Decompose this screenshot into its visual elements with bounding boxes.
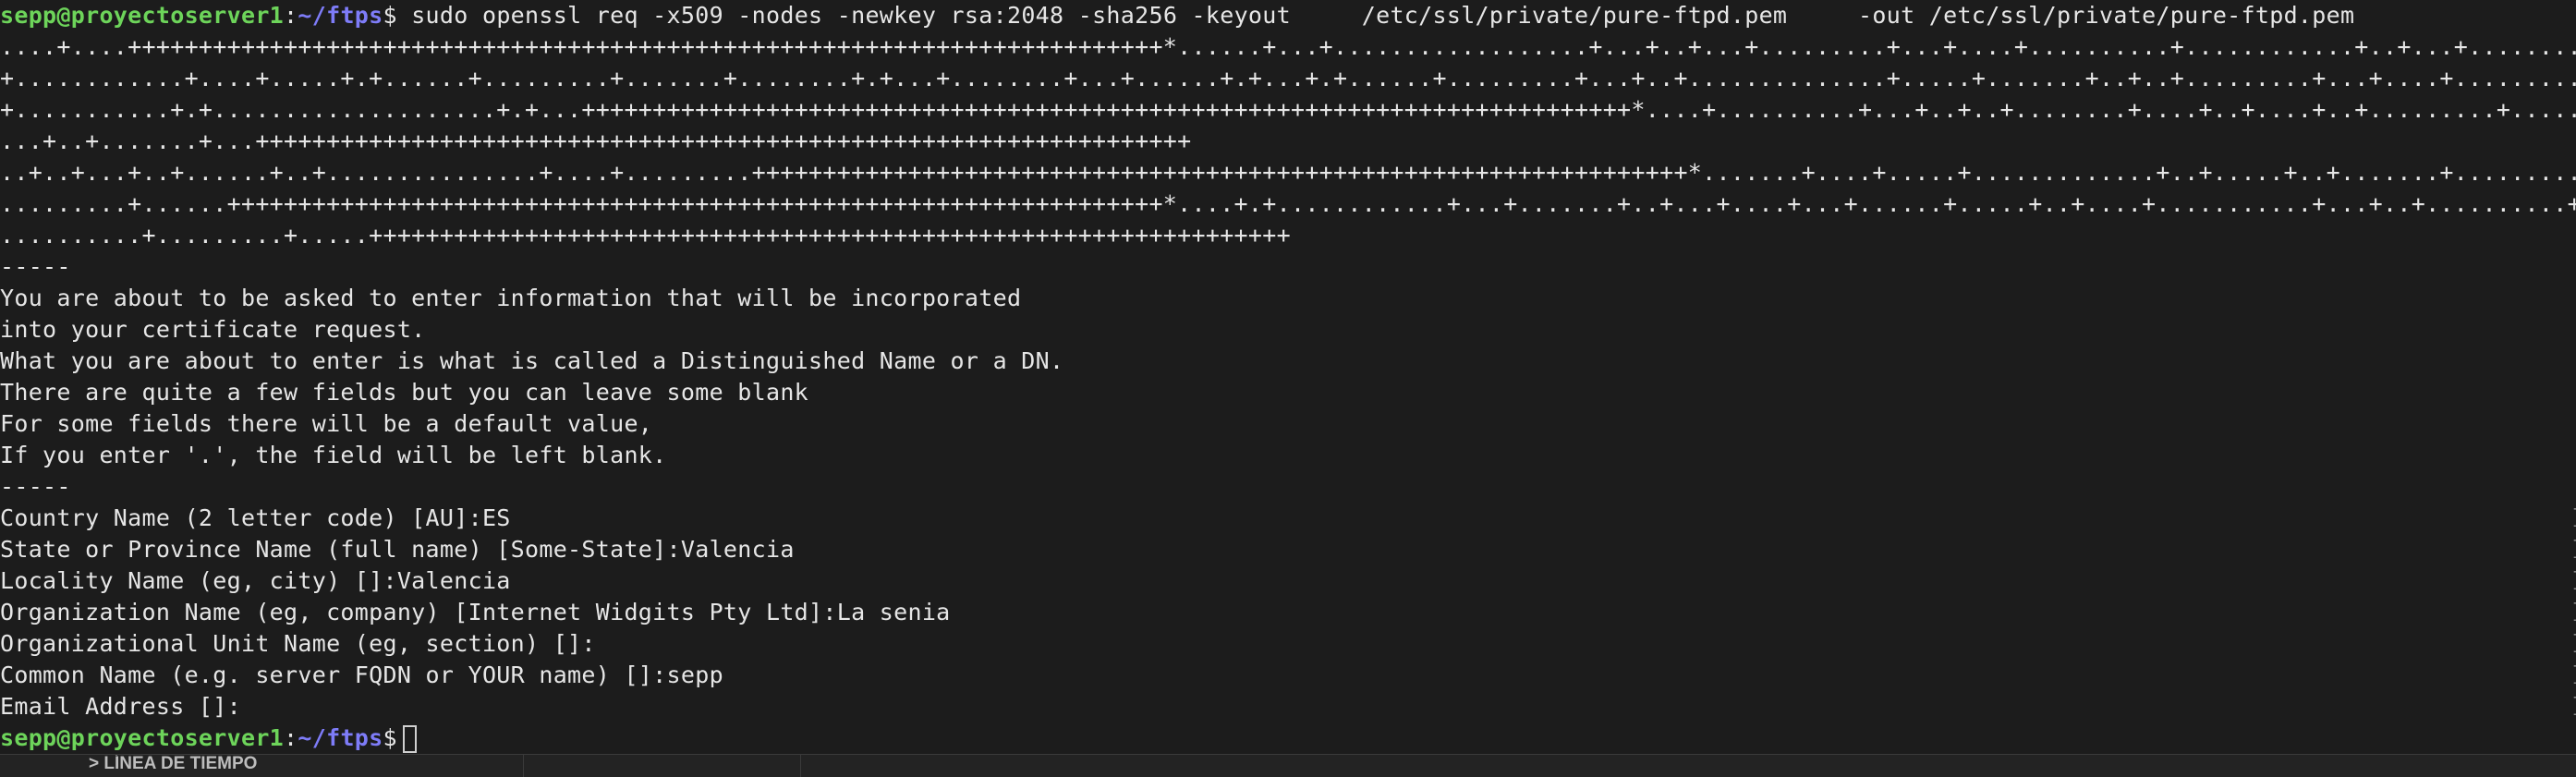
prompt-dollar: $ (383, 724, 397, 751)
keygen-progress-line: +...........+.+....................+.+..… (0, 96, 2576, 123)
dn-field-line: Email Address []: (0, 693, 241, 720)
edge-bracket-mark: ] (2570, 628, 2576, 660)
dn-field-line: Common Name (e.g. server FQDN or YOUR na… (0, 662, 723, 688)
edge-bracket-mark: ] (2570, 503, 2576, 534)
panel-divider (523, 755, 524, 777)
dn-field-line: Organizational Unit Name (eg, section) [… (0, 630, 596, 657)
edge-bracket-mark: ] (2570, 597, 2576, 628)
keygen-progress-line: ...+..+.......+...++++++++++++++++++++++… (0, 127, 1192, 154)
separator-line: ----- (0, 253, 71, 280)
panel-divider (800, 755, 801, 777)
info-line: For some fields there will be a default … (0, 410, 653, 437)
timeline-section-label[interactable]: > LÍNEA DE TIEMPO (89, 755, 257, 777)
keygen-progress-line: ....+....+++++++++++++++++++++++++++++++… (0, 33, 2576, 60)
info-line: What you are about to enter is what is c… (0, 347, 1064, 374)
info-line: There are quite a few fields but you can… (0, 379, 809, 406)
edge-bracket-mark: ] (2570, 660, 2576, 691)
edge-bracket-mark: ] (2570, 534, 2576, 565)
separator-line: ----- (0, 473, 71, 500)
timeline-panel-header[interactable]: > LÍNEA DE TIEMPO (0, 754, 2576, 777)
prompt-user-host: sepp@proyectoserver1 (0, 2, 285, 29)
info-line: If you enter '.', the field will be left… (0, 442, 667, 468)
edge-bracket-mark: ] (2570, 565, 2576, 597)
terminal-window[interactable]: sepp@proyectoserver1:~/ftps$ sudo openss… (0, 0, 2576, 754)
keygen-progress-line: ..........+.........+.....++++++++++++++… (0, 222, 1291, 249)
dn-field-line: State or Province Name (full name) [Some… (0, 536, 795, 563)
prompt-user-host: sepp@proyectoserver1 (0, 724, 285, 751)
final-prompt-line[interactable]: sepp@proyectoserver1:~/ftps$ (0, 722, 2576, 754)
dn-field-line: Organization Name (eg, company) [Interne… (0, 599, 951, 625)
prompt-colon: : (284, 724, 298, 751)
prompt-path: ~/ftps (298, 724, 383, 751)
text-cursor[interactable] (402, 725, 417, 753)
info-line: into your certificate request. (0, 316, 426, 343)
command-line: sepp@proyectoserver1:~/ftps$ sudo openss… (0, 0, 2576, 31)
command-text: sudo openssl req -x509 -nodes -newkey rs… (396, 2, 2355, 29)
prompt-dollar: $ (383, 2, 397, 29)
keygen-progress-line: ..+..+...+..+......+..+...............+.… (0, 159, 2576, 186)
terminal-output: sepp@proyectoserver1:~/ftps$ sudo openss… (0, 0, 2576, 754)
dn-field-line: Country Name (2 letter code) [AU]:ES (0, 504, 511, 531)
prompt-colon: : (284, 2, 298, 29)
prompt-path: ~/ftps (298, 2, 383, 29)
info-line: You are about to be asked to enter infor… (0, 285, 1022, 311)
keygen-progress-line: +............+....+.....+.+......+......… (0, 65, 2576, 91)
keygen-progress-line: .........+......++++++++++++++++++++++++… (0, 190, 2576, 217)
dn-field-line: Locality Name (eg, city) []:Valencia (0, 567, 511, 594)
edge-bracket-mark: ] (2570, 691, 2576, 722)
